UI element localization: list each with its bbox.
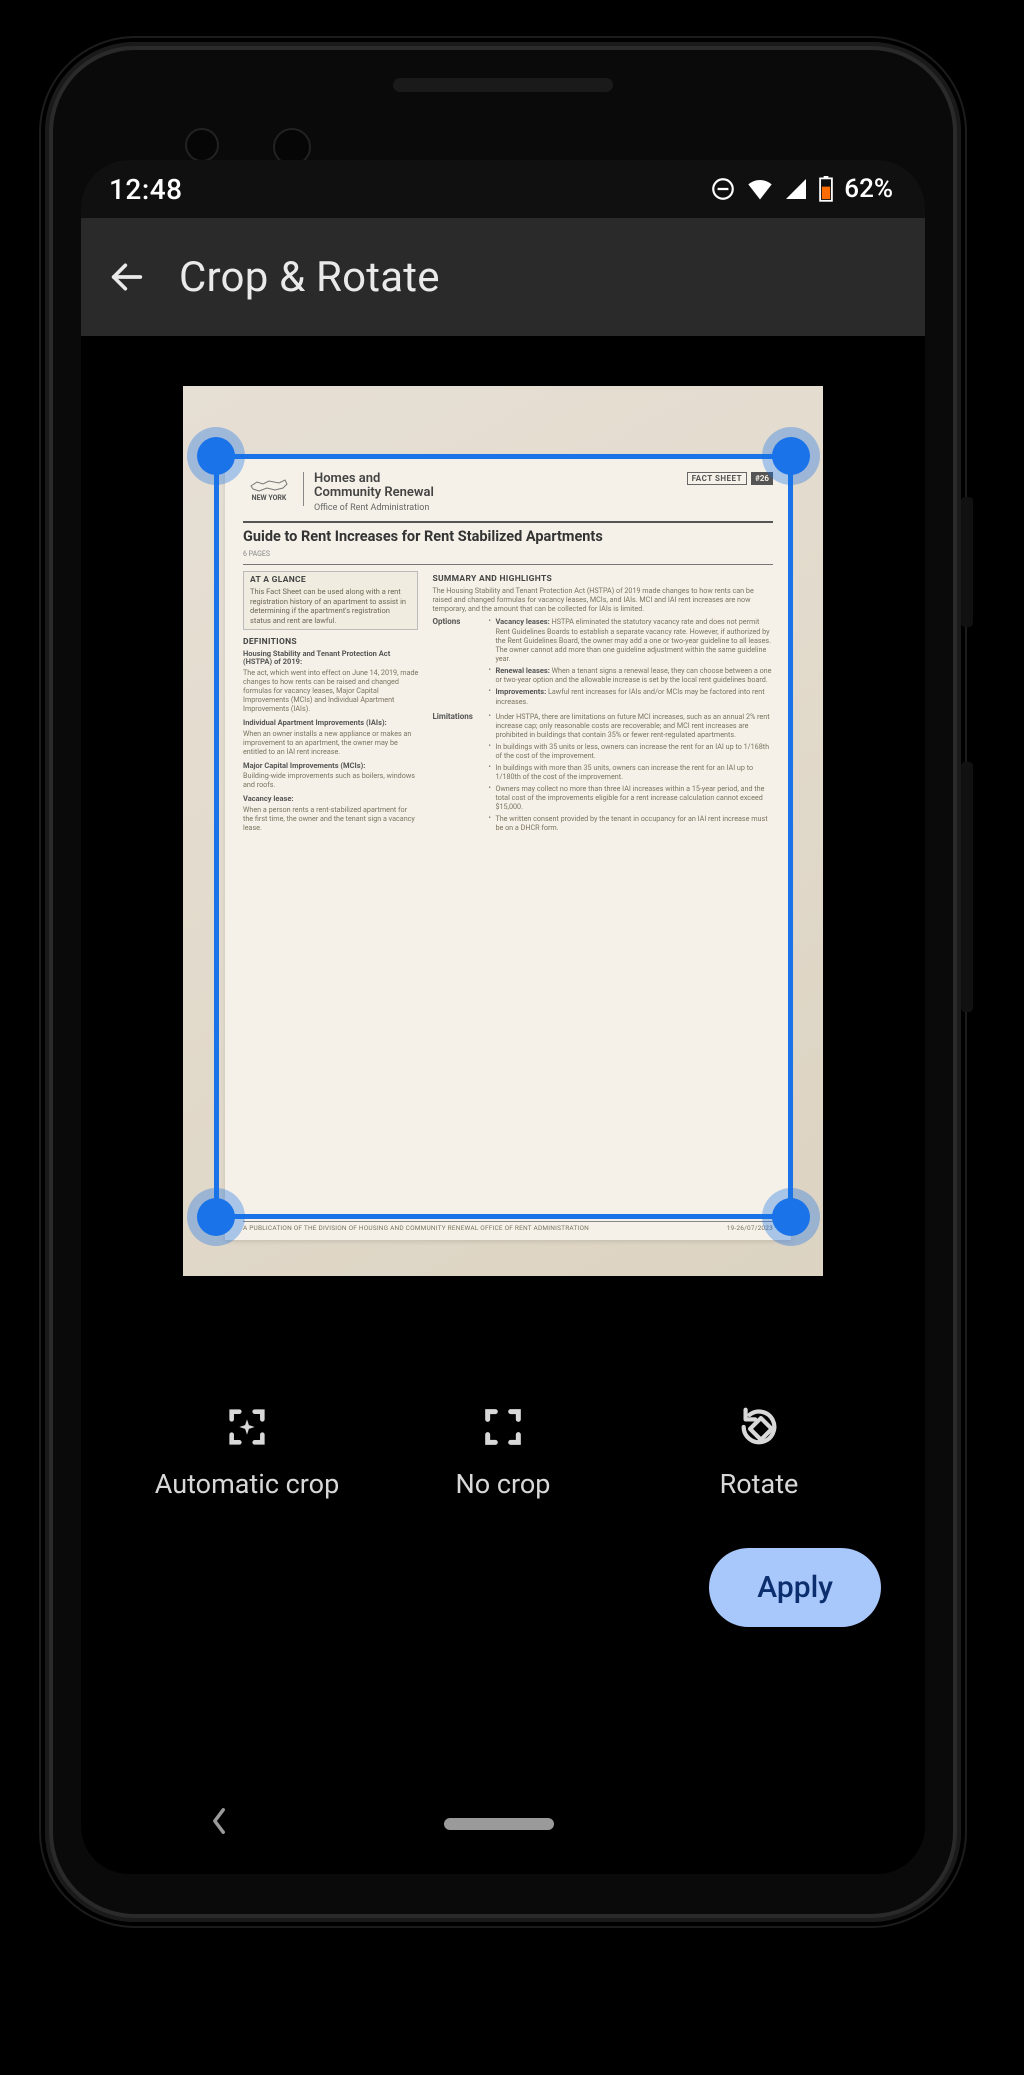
doc-pages-note: 6 PAGES <box>243 550 773 558</box>
crop-preview-area[interactable]: NEW YORK Homes and Community Renewal Off… <box>81 336 925 1326</box>
doc-lim-b1: In buildings with 35 units or less, owne… <box>488 742 773 760</box>
status-bar: 12:48 <box>81 160 925 218</box>
cell-signal-icon <box>784 177 808 201</box>
phone-screen: 12:48 <box>81 160 925 1874</box>
automatic-crop-icon <box>224 1404 270 1450</box>
doc-def-mci-title: Major Capital Improvements (MCIs): <box>243 762 418 771</box>
scanned-photo: NEW YORK Homes and Community Renewal Off… <box>183 386 823 1276</box>
rotate-button[interactable]: Rotate <box>639 1404 879 1500</box>
no-crop-button[interactable]: No crop <box>383 1404 623 1500</box>
doc-title: Guide to Rent Increases for Rent Stabili… <box>243 529 773 546</box>
screen-title: Crop & Rotate <box>179 253 440 302</box>
system-navigation-bar <box>81 1782 925 1874</box>
front-camera-icon <box>185 128 219 162</box>
no-crop-icon <box>480 1404 526 1450</box>
doc-factsheet-label: FACT SHEET <box>687 472 747 485</box>
doc-opt-ren-title: Renewal leases: <box>495 666 549 675</box>
doc-def-hstpa-text: The act, which went into effect on June … <box>243 668 418 713</box>
no-crop-label: No crop <box>456 1468 551 1500</box>
doc-agency-sub: Office of Rent Administration <box>314 503 434 513</box>
nav-back-button[interactable] <box>209 1807 229 1842</box>
doc-def-mci-text: Building-wide improvements such as boile… <box>243 771 418 789</box>
doc-def-iai-text: When an owner installs a new appliance o… <box>243 729 418 756</box>
doc-def-vac-title: Vacancy lease: <box>243 795 418 804</box>
doc-lim-intro: Under HSTPA, there are limitations on fu… <box>488 712 773 739</box>
doc-glance-title: AT A GLANCE <box>250 576 411 586</box>
doc-definitions-title: DEFINITIONS <box>243 638 418 648</box>
doc-footer-right: 19-26/07/2023 <box>727 1225 773 1232</box>
doc-glance-text: This Fact Sheet can be used along with a… <box>250 587 411 625</box>
crop-handle-top-left[interactable] <box>197 437 235 475</box>
speaker-grille <box>393 78 613 92</box>
rotate-icon <box>736 1404 782 1450</box>
battery-percentage: 62% <box>844 174 893 204</box>
battery-icon <box>818 176 834 202</box>
doc-footer-left: A PUBLICATION OF THE DIVISION OF HOUSING… <box>243 1225 589 1232</box>
doc-state-label: NEW YORK <box>252 494 287 502</box>
app-bar: Crop & Rotate <box>81 218 925 336</box>
doc-lim-b2: In buildings with more than 35 units, ow… <box>488 763 773 781</box>
automatic-crop-button[interactable]: Automatic crop <box>127 1404 367 1500</box>
doc-summary-title: SUMMARY AND HIGHLIGHTS <box>432 575 773 585</box>
automatic-crop-label: Automatic crop <box>155 1468 340 1500</box>
doc-def-vac-text: When a person rents a rent-stabilized ap… <box>243 805 418 832</box>
status-clock: 12:48 <box>109 173 183 206</box>
doc-opt-vac-title: Vacancy leases: <box>495 617 549 626</box>
doc-def-hstpa-title: Housing Stability and Tenant Protection … <box>243 650 418 667</box>
dnd-icon <box>710 176 736 202</box>
doc-agency-title-2: Community Renewal <box>314 486 434 500</box>
new-york-state-outline-icon <box>249 476 289 494</box>
scanned-document-page: NEW YORK Homes and Community Renewal Off… <box>225 454 791 1240</box>
doc-lim-b4: The written consent provided by the tena… <box>488 814 773 832</box>
rotate-label: Rotate <box>720 1468 799 1500</box>
crop-handle-top-right[interactable] <box>772 437 810 475</box>
power-button <box>961 497 973 627</box>
phone-device-frame: 12:48 <box>45 42 961 1922</box>
crop-options-row: Automatic crop No crop <box>81 1326 925 1500</box>
doc-limitations-label: Limitations <box>432 712 480 832</box>
doc-lim-b3: Owners may collect no more than three IA… <box>488 784 773 811</box>
doc-def-iai-title: Individual Apartment Improvements (IAIs)… <box>243 719 418 728</box>
crop-handle-bottom-left[interactable] <box>197 1198 235 1236</box>
nav-home-pill[interactable] <box>444 1818 554 1830</box>
back-button[interactable] <box>103 253 151 301</box>
volume-button <box>961 762 973 1012</box>
doc-opt-imp-title: Improvements: <box>495 687 546 696</box>
wifi-icon <box>746 177 774 201</box>
doc-factsheet-num: #26 <box>751 472 773 485</box>
apply-button[interactable]: Apply <box>709 1548 881 1627</box>
doc-agency-title-1: Homes and <box>314 472 434 486</box>
doc-summary-intro: The Housing Stability and Tenant Protect… <box>432 586 773 613</box>
crop-handle-bottom-right[interactable] <box>772 1198 810 1236</box>
doc-options-label: Options <box>432 617 480 705</box>
